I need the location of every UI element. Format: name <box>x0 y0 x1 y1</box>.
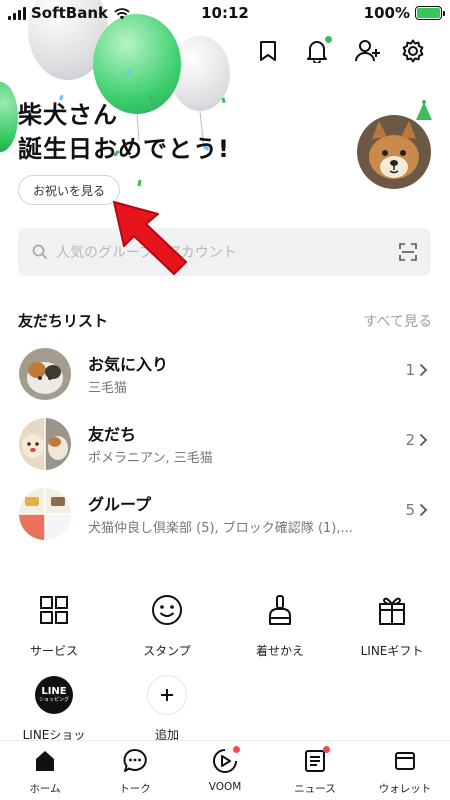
row-name: グループ <box>88 495 152 514</box>
row-count-value: 1 <box>405 361 415 379</box>
tab-label: ウォレット <box>378 783 432 795</box>
gift-icon <box>372 590 412 630</box>
notification-badge <box>233 746 240 753</box>
friends-avatar <box>19 418 71 470</box>
service-label: 着せかえ <box>255 644 304 658</box>
tab-wallet[interactable]: ウォレット <box>360 747 450 796</box>
row-count: 2 <box>405 431 428 449</box>
line-shopping-logo-text: LINE <box>41 685 67 697</box>
service-label: LINEギフト <box>360 644 424 658</box>
news-icon <box>301 746 330 775</box>
grid-icon <box>34 590 74 630</box>
battery-icon <box>415 6 445 20</box>
bookmark-icon[interactable] <box>253 36 283 66</box>
friend-group-row-favorites[interactable]: お気に入り 三毛猫 1 <box>0 339 450 409</box>
row-members: ポメラニアン, 三毛猫 <box>88 451 213 466</box>
row-count: 1 <box>405 361 428 379</box>
voom-icon <box>211 746 240 775</box>
party-hat-icon <box>416 100 432 120</box>
tab-news[interactable]: ニュース <box>270 746 360 796</box>
chevron-right-icon <box>419 363 428 377</box>
row-count-value: 2 <box>405 431 415 449</box>
settings-icon[interactable] <box>398 36 428 66</box>
row-count: 5 <box>405 501 428 519</box>
bottom-tab-bar: ホーム トーク VOOM ニュース ウォレット <box>0 740 450 800</box>
birthday-greeting: 誕生日おめでとう! <box>18 135 230 163</box>
chevron-right-icon <box>419 433 428 447</box>
view-celebration-button[interactable]: お祝いを見る <box>18 175 121 205</box>
friend-group-row-groups[interactable]: グループ 犬猫仲良し倶楽部 (5), ブロック確認隊 (1),... 5 <box>0 479 450 549</box>
service-add[interactable]: 追加 <box>117 676 217 746</box>
bell-icon[interactable] <box>302 36 332 66</box>
birthday-profile-avatar[interactable] <box>357 115 431 189</box>
line-shopping-icon: LINE ショッピング <box>35 676 73 714</box>
home-screen: SoftBank 10:12 100% 柴犬さん 誕生日おめでとう! お祝いを見… <box>0 0 450 800</box>
notification-badge <box>325 36 332 43</box>
chat-icon <box>121 747 149 775</box>
service-label: サービス <box>29 644 78 658</box>
plus-icon <box>148 676 186 714</box>
service-stickers[interactable]: スタンプ <box>117 590 217 660</box>
qr-scan-icon[interactable] <box>399 243 417 261</box>
tab-label: トーク <box>119 783 151 795</box>
see-all-link[interactable]: すべて見る <box>364 311 432 331</box>
home-icon <box>31 747 59 775</box>
search-bar[interactable]: 人気のグループ、アカウント <box>18 228 431 276</box>
line-shopping-logo-sub: ショッピング <box>38 696 69 703</box>
service-line-gift[interactable]: LINEギフト <box>342 590 442 660</box>
service-label: スタンプ <box>143 644 191 658</box>
row-members: 三毛猫 <box>88 381 128 396</box>
service-services[interactable]: サービス <box>4 590 104 660</box>
notification-badge <box>323 746 330 753</box>
battery-percent: 100% <box>363 4 410 22</box>
tab-label: VOOM <box>208 781 242 793</box>
groups-avatar <box>19 488 71 540</box>
status-bar: SoftBank 10:12 100% <box>0 0 450 28</box>
friend-group-row-friends[interactable]: 友だち ポメラニアン, 三毛猫 2 <box>0 409 450 479</box>
birthday-name: 柴犬さん <box>18 101 118 129</box>
favorites-avatar <box>19 348 71 400</box>
friends-list-title: 友だちリスト <box>18 312 109 330</box>
brush-icon <box>260 590 300 630</box>
tab-label: ホーム <box>29 783 61 795</box>
add-friend-icon[interactable] <box>351 36 385 66</box>
search-icon <box>32 244 48 260</box>
tab-label: ニュース <box>294 783 336 795</box>
tab-home[interactable]: ホーム <box>0 747 90 796</box>
tab-voom[interactable]: VOOM <box>180 746 270 793</box>
service-themes[interactable]: 着せかえ <box>230 590 330 660</box>
battery-group: 100% <box>363 4 445 22</box>
row-name: 友だち <box>88 425 137 444</box>
row-members: 犬猫仲良し倶楽部 (5), ブロック確認隊 (1),... <box>88 521 353 536</box>
red-arrow-annotation <box>113 201 187 275</box>
service-line-shopping[interactable]: LINE ショッピング LINEショッ <box>4 676 104 746</box>
row-name: お気に入り <box>88 355 169 374</box>
wallet-icon <box>391 747 419 775</box>
tab-chat[interactable]: トーク <box>90 747 180 796</box>
row-count-value: 5 <box>405 501 415 519</box>
smile-icon <box>147 590 187 630</box>
birthday-message: 柴犬さん 誕生日おめでとう! <box>18 98 230 166</box>
chevron-right-icon <box>419 503 428 517</box>
